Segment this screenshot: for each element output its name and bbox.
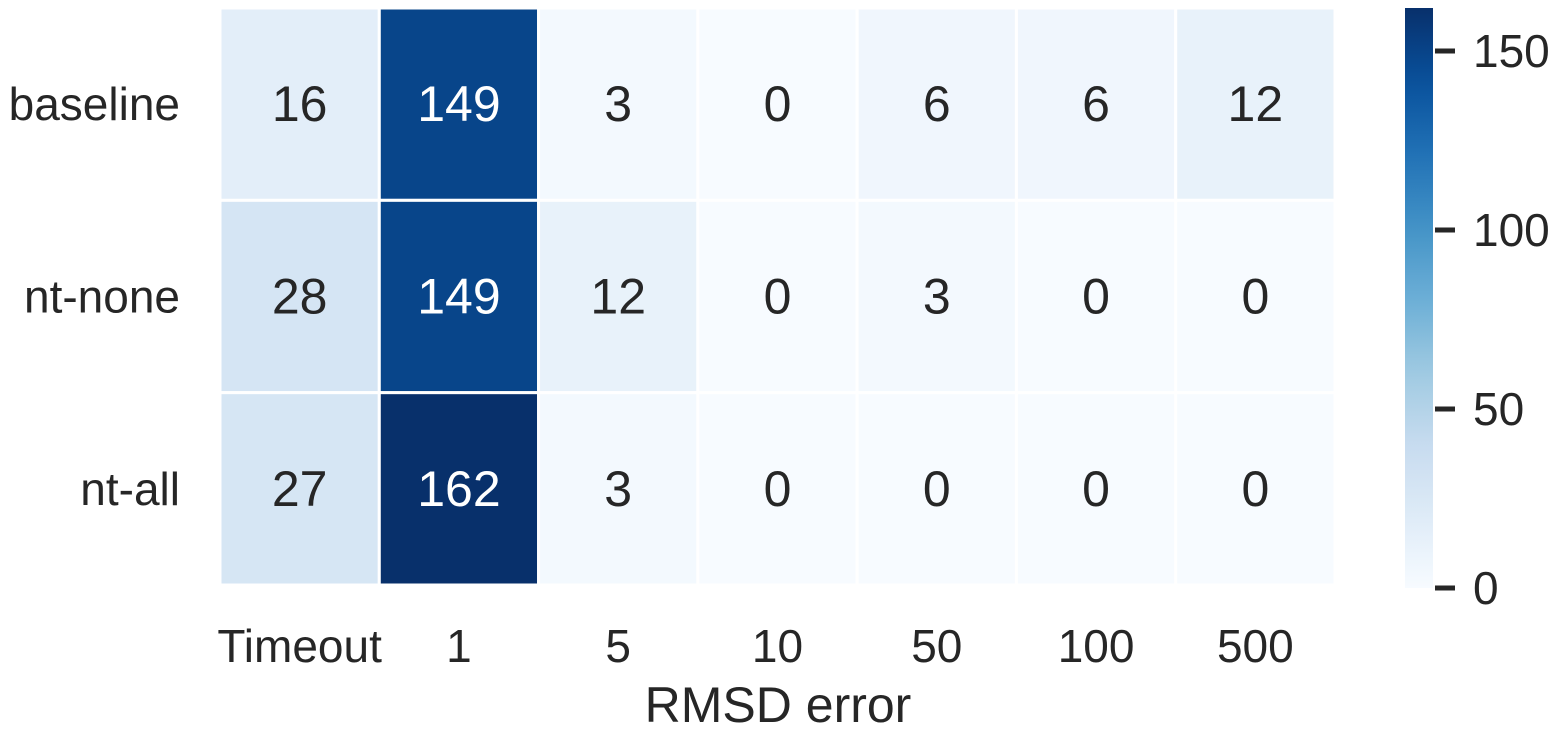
cell-value-label: 0 bbox=[1241, 461, 1269, 517]
cell-value-label: 0 bbox=[1082, 269, 1110, 325]
cell-value-label: 3 bbox=[604, 461, 632, 517]
x-tick-label: 5 bbox=[605, 620, 631, 672]
colorbar-tick-label: 0 bbox=[1473, 562, 1499, 614]
cell-value-label: 12 bbox=[590, 269, 646, 325]
y-axis-tick-labels: baseline nt-none nt-all bbox=[9, 78, 180, 515]
colorbar: 0 50 100 150 bbox=[1405, 8, 1550, 614]
x-tick-label: 500 bbox=[1217, 620, 1294, 672]
heatmap-chart: 16 149 3 0 6 6 12 28 149 12 0 3 0 0 27 162 3 0 0 0 0 baselin… bbox=[9, 6, 1550, 733]
cell-value-label: 149 bbox=[417, 269, 500, 325]
cell-value-label: 0 bbox=[764, 269, 792, 325]
x-tick-label: 10 bbox=[752, 620, 803, 672]
cell-value-label: 27 bbox=[272, 461, 328, 517]
cell-value-label: 3 bbox=[604, 76, 632, 132]
cell-value-label: 0 bbox=[1241, 269, 1269, 325]
cell-value-label: 3 bbox=[923, 269, 951, 325]
x-tick-label: 100 bbox=[1058, 620, 1135, 672]
cell-value-label: 149 bbox=[417, 76, 500, 132]
cell-value-label: 0 bbox=[923, 461, 951, 517]
cell-value-label: 6 bbox=[923, 76, 951, 132]
x-tick-label: Timeout bbox=[217, 620, 382, 672]
y-tick-label: nt-all bbox=[80, 463, 180, 515]
colorbar-tick-label: 100 bbox=[1473, 204, 1550, 256]
cell-value-label: 28 bbox=[272, 269, 328, 325]
x-tick-label: 1 bbox=[446, 620, 472, 672]
colorbar-tick-label: 150 bbox=[1473, 25, 1550, 77]
cell-value-label: 0 bbox=[764, 461, 792, 517]
y-tick-label: nt-none bbox=[24, 271, 180, 323]
colorbar-tick-label: 50 bbox=[1473, 383, 1524, 435]
cell-value-label: 16 bbox=[272, 76, 328, 132]
cell-value-label: 0 bbox=[1082, 461, 1110, 517]
x-tick-label: 50 bbox=[911, 620, 962, 672]
cell-value-label: 12 bbox=[1228, 76, 1284, 132]
cell-value-label: 6 bbox=[1082, 76, 1110, 132]
y-tick-label: baseline bbox=[9, 78, 180, 130]
x-axis-tick-labels: Timeout 1 5 10 50 100 500 bbox=[217, 620, 1293, 672]
cell-value-label: 162 bbox=[417, 461, 500, 517]
colorbar-gradient bbox=[1405, 8, 1433, 588]
cell-value-label: 0 bbox=[764, 76, 792, 132]
x-axis-label: RMSD error bbox=[645, 677, 912, 733]
